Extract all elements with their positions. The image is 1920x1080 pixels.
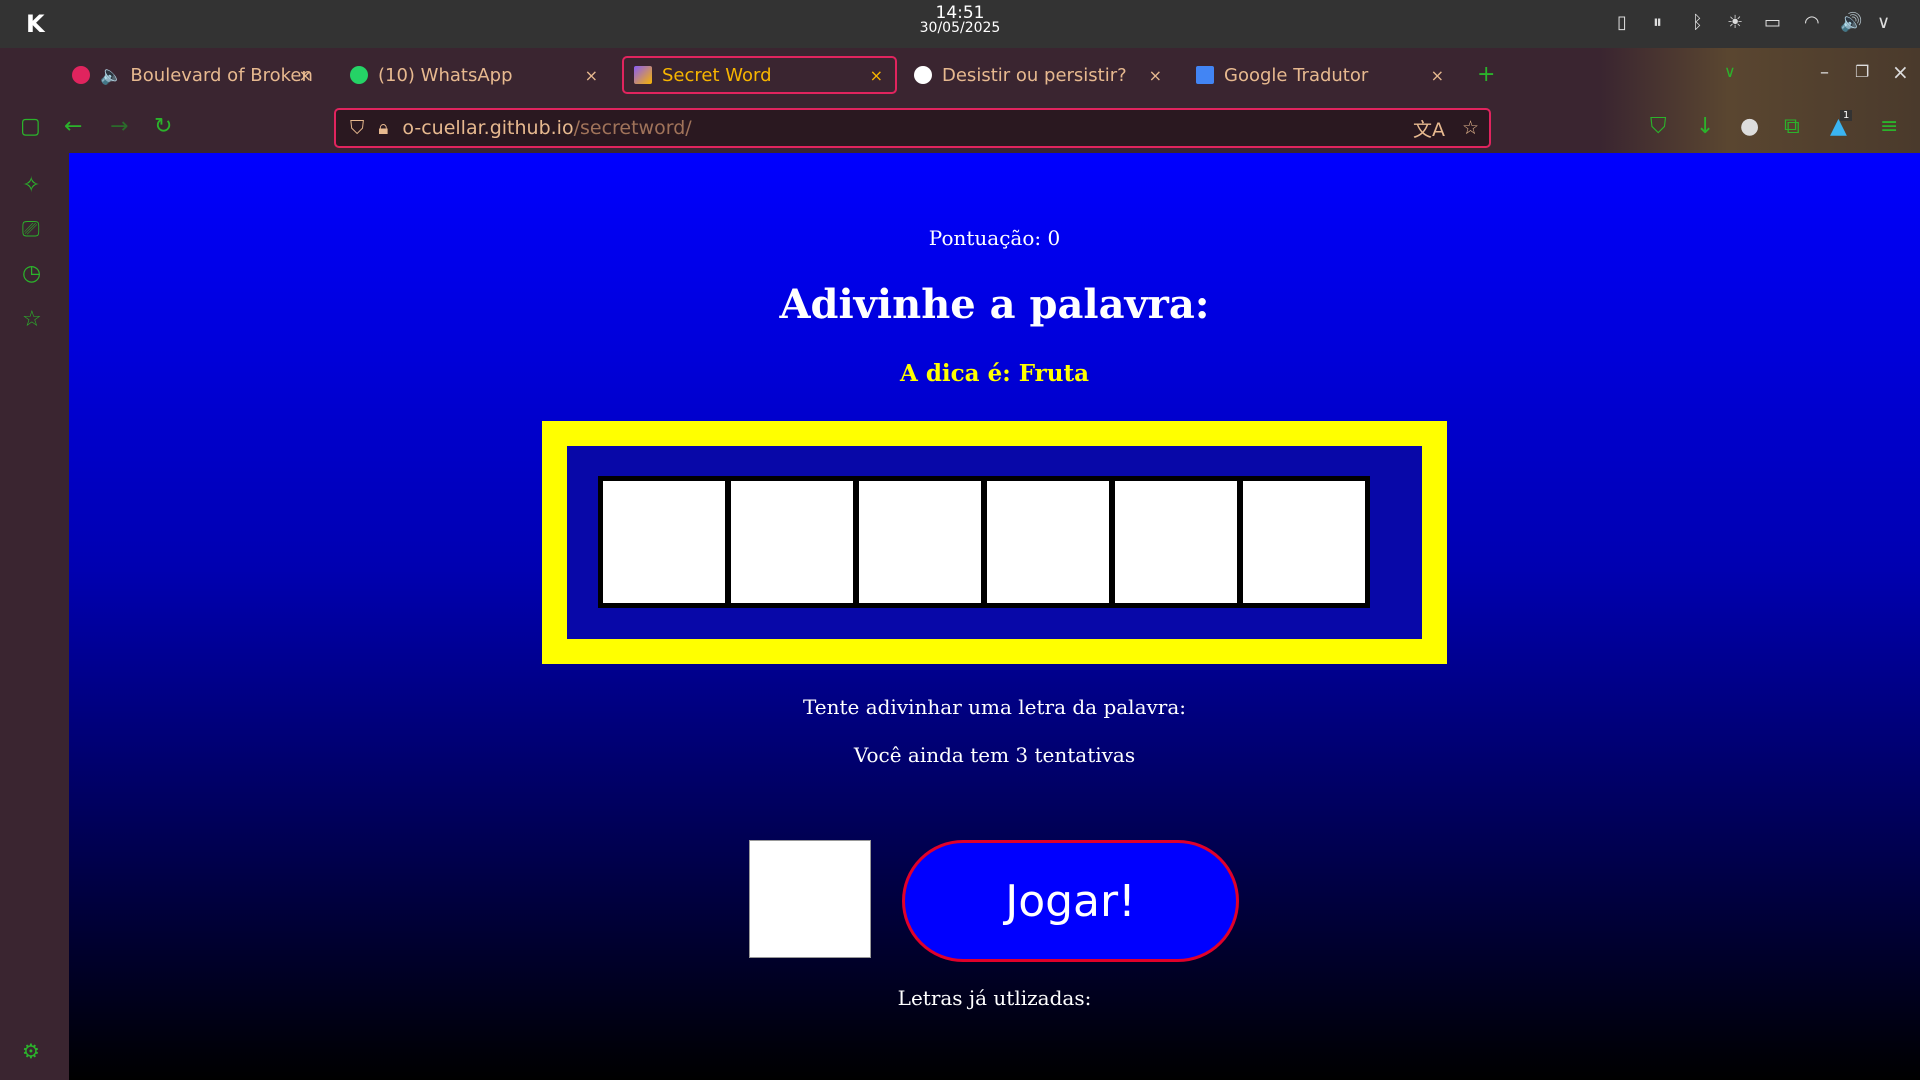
brightness-icon[interactable]: ☀: [1727, 12, 1743, 33]
ublock-shield-icon[interactable]: ⛉: [1650, 114, 1667, 139]
settings-gear-icon[interactable]: ⚙: [22, 1039, 40, 1063]
letter-cell: [598, 476, 730, 608]
tab-secret-word[interactable]: Secret Word ×: [622, 56, 897, 94]
minimize-button[interactable]: –: [1820, 62, 1829, 83]
extensions-icon[interactable]: ⧉: [1784, 114, 1800, 139]
tab-google-tradutor[interactable]: Google Tradutor ×: [1186, 56, 1456, 94]
tab-list-icon[interactable]: ∨: [1724, 62, 1736, 81]
new-tab-button[interactable]: +: [1477, 62, 1495, 87]
kde-launcher-icon[interactable]: K: [26, 10, 45, 38]
clock[interactable]: 14:51 30/05/2025: [900, 5, 1020, 36]
chatgpt-icon: [914, 66, 932, 84]
youtube-music-icon: [72, 66, 90, 84]
close-tab-icon[interactable]: ×: [1431, 66, 1444, 85]
system-panel: K 14:51 30/05/2025 ▯ ⏸ ᛒ ☀ ▭ ◠ 🔊 ∨: [0, 0, 1920, 48]
restore-button[interactable]: ❐: [1855, 62, 1869, 81]
url-path: /secretword/: [573, 117, 692, 139]
letter-cell: [726, 476, 858, 608]
url-bar[interactable]: ⛉ 🔒︎ o-cuellar.github.io/secretword/ 文A …: [334, 108, 1491, 148]
menu-icon[interactable]: ≡: [1880, 114, 1898, 139]
lock-icon[interactable]: 🔒︎: [378, 117, 388, 139]
close-tab-icon[interactable]: ×: [1149, 66, 1162, 85]
back-button[interactable]: ←: [64, 114, 82, 139]
chevron-down-icon[interactable]: ∨: [1877, 12, 1890, 33]
extension-badge: 1: [1840, 110, 1853, 121]
close-window-button[interactable]: ×: [1892, 60, 1909, 84]
shield-icon[interactable]: ⛉: [350, 117, 364, 139]
battery-icon[interactable]: ▭: [1764, 12, 1781, 33]
letter-cell: [1238, 476, 1370, 608]
vite-icon: [634, 66, 652, 84]
page-title: Adivinhe a palavra:: [779, 281, 1210, 328]
clipboard-icon[interactable]: ▯: [1617, 12, 1627, 33]
letter-cell: [1110, 476, 1242, 608]
ai-sparkle-icon[interactable]: ✧: [22, 173, 40, 198]
used-letters-label: Letras já utlizadas:: [897, 986, 1092, 1010]
letter-cell: [982, 476, 1114, 608]
forward-button[interactable]: →: [110, 114, 128, 139]
speaker-icon: 🔈: [100, 64, 123, 86]
bluetooth-icon[interactable]: ᛒ: [1692, 12, 1703, 33]
volume-icon[interactable]: 🔊: [1840, 12, 1862, 33]
url-host: o-cuellar.github.io: [402, 117, 574, 139]
attempts-remaining: Você ainda tem 3 tentativas: [853, 743, 1136, 767]
page-content: Pontuação: 0 Adivinhe a palavra: A dica …: [69, 153, 1920, 1080]
close-tab-icon[interactable]: ×: [299, 66, 312, 85]
hint: A dica é: Fruta: [899, 360, 1089, 387]
letter-input[interactable]: [749, 840, 871, 958]
bookmark-star-icon[interactable]: ☆: [1462, 117, 1479, 139]
score: Pontuação: 0: [928, 226, 1061, 250]
downloads-icon[interactable]: ↓: [1696, 114, 1714, 139]
synced-tabs-icon[interactable]: ⎚: [22, 217, 40, 242]
media-pause-icon[interactable]: ⏸: [1653, 12, 1662, 33]
account-avatar[interactable]: ●: [1740, 114, 1759, 139]
reload-button[interactable]: ↻: [154, 114, 172, 139]
bookmarks-icon[interactable]: ☆: [22, 307, 42, 332]
letter-cell: [854, 476, 986, 608]
sidebar-toggle-icon[interactable]: ▢: [20, 114, 41, 139]
sidebar: ✧ ⎚ ◷ ☆ ⚙: [0, 153, 69, 1080]
word-board: [542, 421, 1447, 664]
theme-background-art: [1600, 48, 1920, 153]
whatsapp-icon: [350, 66, 368, 84]
tab-boulevard[interactable]: 🔈 Boulevard of Broken ×: [62, 56, 324, 94]
guess-prompt: Tente adivinhar uma letra da palavra:: [802, 695, 1187, 719]
wifi-icon[interactable]: ◠: [1804, 12, 1820, 33]
google-translate-icon: [1196, 66, 1214, 84]
translate-icon[interactable]: 文A: [1413, 115, 1445, 142]
play-button[interactable]: Jogar!: [902, 840, 1239, 962]
tab-desistir[interactable]: Desistir ou persistir? ×: [904, 56, 1174, 94]
close-tab-icon[interactable]: ×: [870, 66, 883, 85]
tab-whatsapp[interactable]: (10) WhatsApp ×: [340, 56, 610, 94]
letter-cells: [598, 476, 1370, 608]
close-tab-icon[interactable]: ×: [585, 66, 598, 85]
history-icon[interactable]: ◷: [22, 261, 41, 286]
